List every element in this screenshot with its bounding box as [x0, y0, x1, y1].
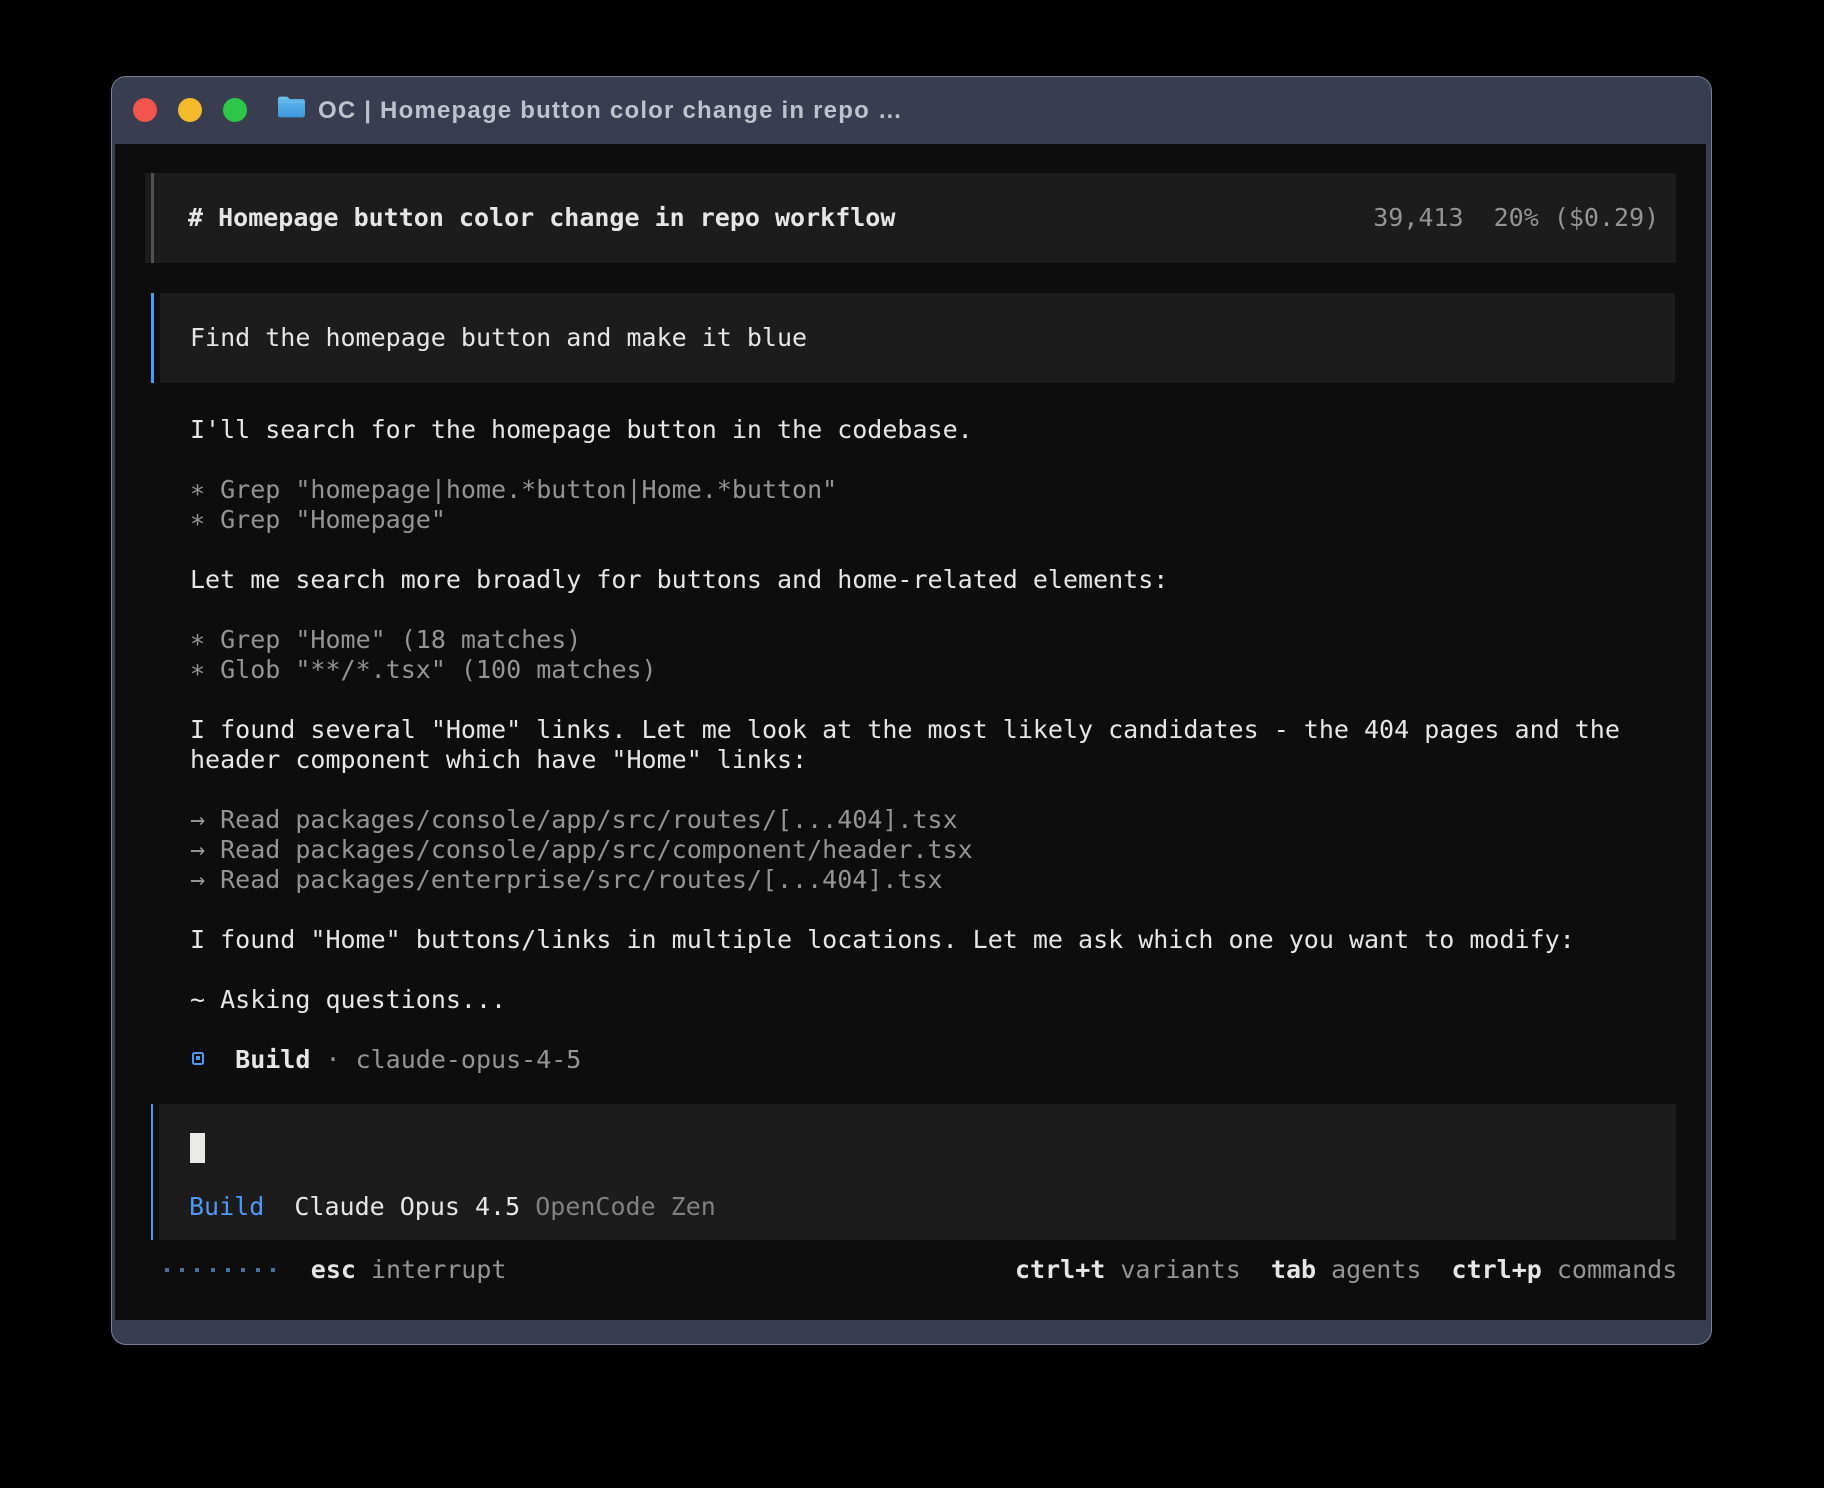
spinner-dot [271, 1268, 275, 1272]
editor-provider-label: OpenCode Zen [535, 1192, 716, 1221]
transcript-line: → Read packages/console/app/src/routes/[… [190, 805, 958, 835]
interrupt-hint: esc interrupt [311, 1255, 507, 1285]
transcript-line: * Grep "Homepage" [190, 505, 446, 535]
spinner-dot [241, 1268, 245, 1272]
app-window: OC | Homepage button color change in rep… [111, 76, 1712, 1345]
titlebar[interactable]: OC | Homepage button color change in rep… [112, 77, 1711, 144]
tool-arrow-icon: → [190, 835, 205, 864]
working-spinner [165, 1255, 274, 1285]
transcript-line: * Grep "homepage|home.*button|Home.*butt… [190, 475, 837, 505]
user-message: Find the homepage button and make it blu… [160, 293, 1676, 383]
session-header-border [151, 173, 154, 263]
terminal-screen: # Homepage button color change in repo w… [115, 144, 1707, 1320]
tool-asterisk-icon: * [190, 659, 205, 689]
spinner-dot [165, 1268, 169, 1272]
transcript-line: → Read packages/enterprise/src/routes/[.… [190, 865, 943, 895]
minimize-button[interactable] [178, 98, 202, 122]
transcript-line: * Glob "**/*.tsx" (100 matches) [190, 655, 657, 685]
transcript-line: I found several "Home" links. Let me loo… [190, 715, 1620, 745]
tool-arrow-icon: → [190, 805, 205, 834]
tab-key-label: tab [1271, 1255, 1316, 1284]
spinner-dot [180, 1268, 184, 1272]
transcript-line: → Read packages/console/app/src/componen… [190, 835, 973, 865]
editor-model-label: Claude Opus 4.5 [294, 1192, 520, 1221]
user-message-border [151, 293, 154, 383]
session-stats: 39,413 20% ($0.29) [1373, 203, 1659, 233]
agent-model: · claude-opus-4-5 [310, 1045, 581, 1074]
esc-key-label: esc [311, 1255, 356, 1284]
agent-name: Build [190, 1045, 310, 1074]
spinner-dot [211, 1268, 215, 1272]
spinner-dot [195, 1268, 199, 1272]
transcript-line: I'll search for the homepage button in t… [190, 415, 973, 445]
prompt-input[interactable]: Build Claude Opus 4.5 OpenCode Zen [159, 1104, 1676, 1240]
editor-agent-label: Build [189, 1192, 264, 1221]
variants-label: variants [1105, 1255, 1271, 1284]
close-button[interactable] [133, 98, 157, 122]
spinner-dot [256, 1268, 260, 1272]
folder-icon [277, 95, 306, 119]
commands-label: commands [1542, 1255, 1677, 1284]
transcript-line: Build · claude-opus-4-5 [190, 1045, 581, 1075]
user-message-text: Find the homepage button and make it blu… [190, 323, 807, 353]
ctrl+p-key-label: ctrl+p [1452, 1255, 1542, 1284]
zoom-button[interactable] [223, 98, 247, 122]
interrupt-label: interrupt [356, 1255, 507, 1284]
agent-badge-icon [192, 1052, 205, 1065]
agents-label: agents [1316, 1255, 1451, 1284]
tool-arrow-icon: → [190, 865, 205, 894]
spinner-dot [226, 1268, 230, 1272]
transcript-line: I found "Home" buttons/links in multiple… [190, 925, 1575, 955]
transcript-line: header component which have "Home" links… [190, 745, 807, 775]
tool-asterisk-icon: * [190, 509, 205, 539]
shortcut-hints: ctrl+t variants tab agents ctrl+p comman… [1015, 1255, 1677, 1285]
ctrl+t-key-label: ctrl+t [1015, 1255, 1105, 1284]
transcript-line: * Grep "Home" (18 matches) [190, 625, 581, 655]
transcript-line: Let me search more broadly for buttons a… [190, 565, 1168, 595]
editor-status: Build Claude Opus 4.5 OpenCode Zen [189, 1192, 716, 1222]
transcript-line: ~ Asking questions... [190, 985, 506, 1015]
prompt-input-border [151, 1104, 154, 1240]
window-title: OC | Homepage button color change in rep… [318, 77, 903, 144]
session-title: # Homepage button color change in repo w… [188, 203, 895, 233]
text-cursor [190, 1133, 205, 1163]
